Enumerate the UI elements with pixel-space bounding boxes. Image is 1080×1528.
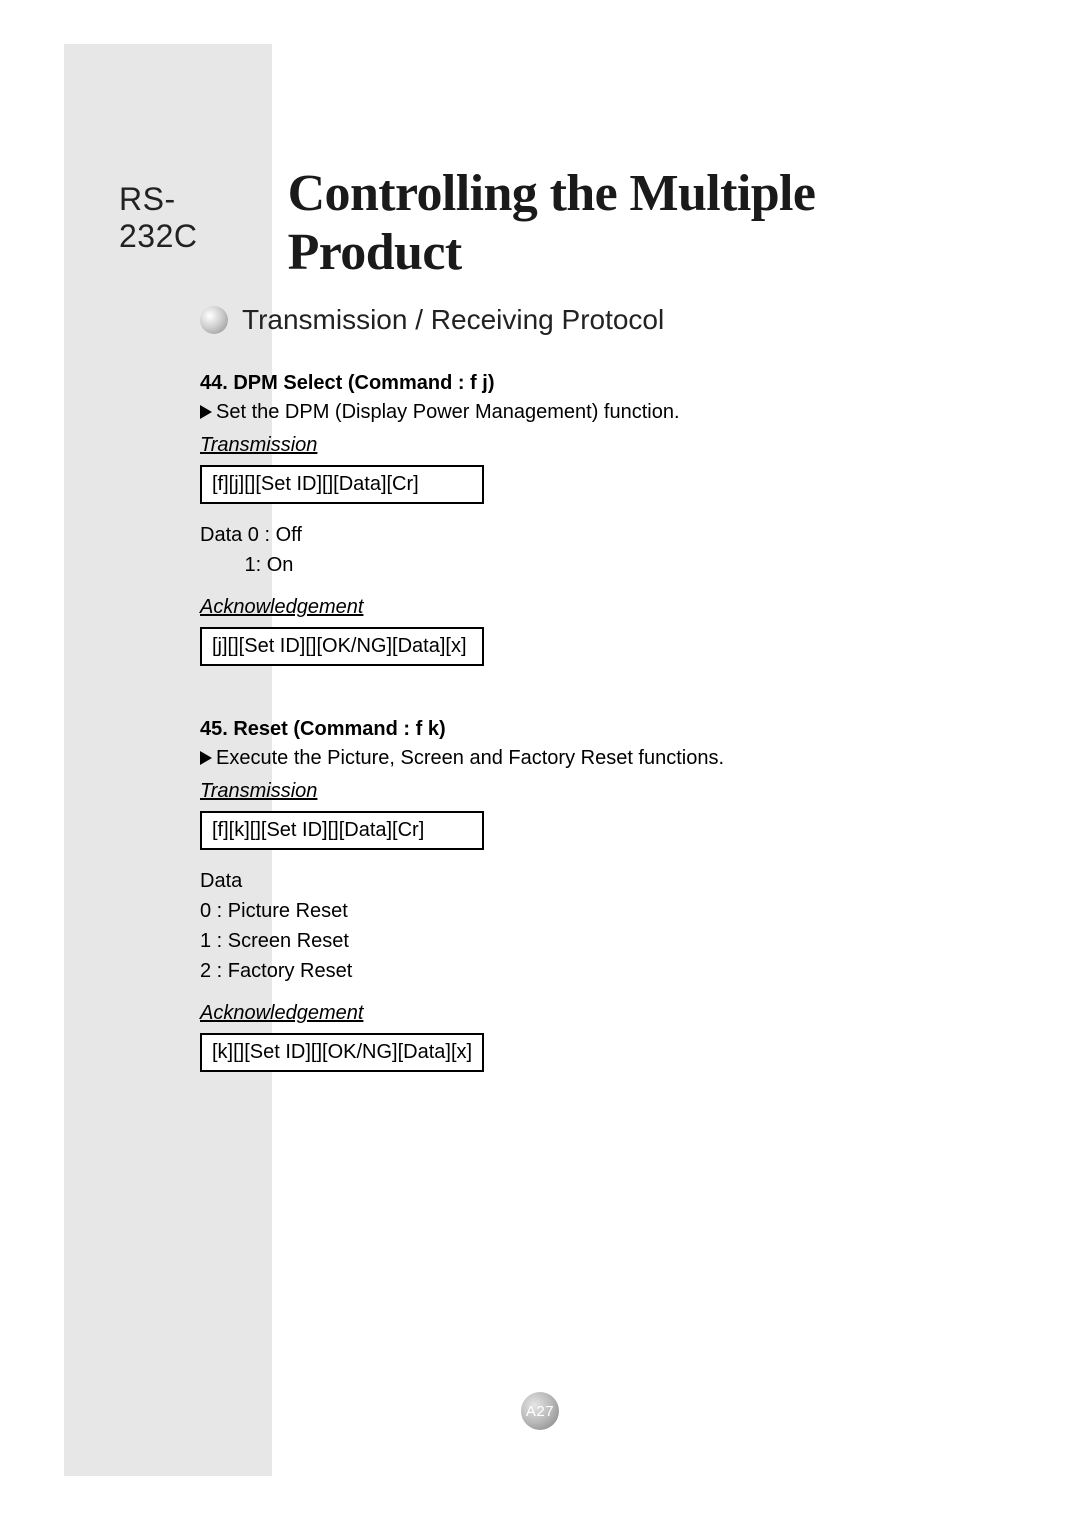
command-desc-text: Execute the Picture, Screen and Factory … <box>216 747 724 769</box>
command-description: Execute the Picture, Screen and Factory … <box>200 747 900 770</box>
triangle-icon <box>200 751 212 765</box>
transmission-label: Transmission <box>200 434 900 457</box>
transmission-label: Transmission <box>200 780 900 803</box>
command-title: 45. Reset (Command : f k) <box>200 718 900 741</box>
data-values: Data 0 : Off 1: On <box>200 520 900 580</box>
page-header: RS-232C Controlling the Multiple Product <box>119 164 999 282</box>
acknowledgement-label: Acknowledgement <box>200 596 900 619</box>
bullet-icon <box>200 306 228 334</box>
header-title: Controlling the Multiple Product <box>288 164 999 282</box>
command-title: 44. DPM Select (Command : f j) <box>200 372 900 395</box>
page-number-badge: A27 <box>521 1392 559 1430</box>
acknowledgement-code: [k][][Set ID][][OK/NG][Data][x] <box>200 1033 484 1072</box>
page-background: RS-232C Controlling the Multiple Product… <box>64 44 1016 1476</box>
transmission-code: [f][k][][Set ID][][Data][Cr] <box>200 811 484 850</box>
command-block: 45. Reset (Command : f k) Execute the Pi… <box>200 718 900 1088</box>
header-prefix: RS-232C <box>119 181 254 255</box>
acknowledgement-label: Acknowledgement <box>200 1002 900 1025</box>
content-area: Transmission / Receiving Protocol 44. DP… <box>200 304 900 1124</box>
command-desc-text: Set the DPM (Display Power Management) f… <box>216 401 680 423</box>
command-block: 44. DPM Select (Command : f j) Set the D… <box>200 372 900 682</box>
transmission-code: [f][j][][Set ID][][Data][Cr] <box>200 465 484 504</box>
section-heading: Transmission / Receiving Protocol <box>200 304 900 336</box>
triangle-icon <box>200 405 212 419</box>
acknowledgement-code: [j][][Set ID][][OK/NG][Data][x] <box>200 627 484 666</box>
data-values: Data 0 : Picture Reset 1 : Screen Reset … <box>200 866 900 986</box>
command-description: Set the DPM (Display Power Management) f… <box>200 401 900 424</box>
section-title: Transmission / Receiving Protocol <box>242 304 664 336</box>
